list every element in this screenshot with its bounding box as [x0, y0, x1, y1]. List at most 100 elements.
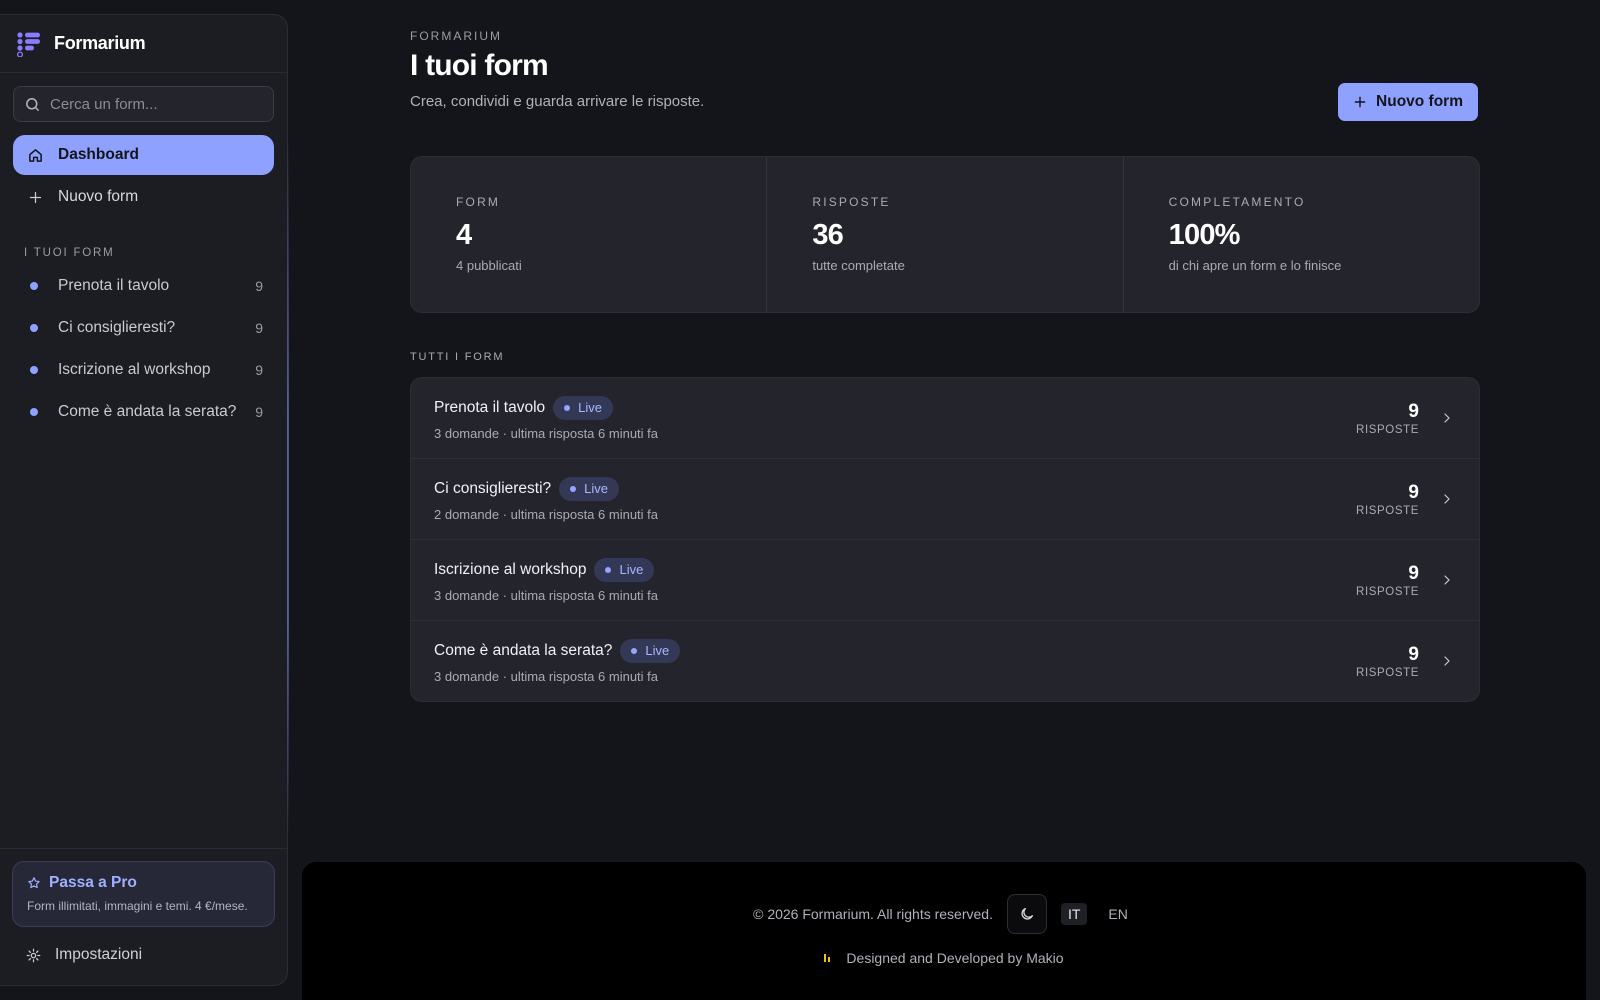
language-en[interactable]: EN [1101, 903, 1134, 925]
status-badge-label: Live [645, 643, 670, 658]
stat-label: COMPLETAMENTO [1168, 195, 1306, 209]
response-count-label: RISPOSTE [1356, 504, 1419, 517]
pro-title: Passa a Pro [27, 874, 260, 892]
status-badge: Live [620, 638, 681, 663]
chevron-right-icon [1444, 575, 1450, 585]
page-title: I tuoi form [410, 49, 549, 82]
page-subtitle: Crea, condividi e guarda arrivare le ris… [410, 93, 705, 110]
form-row[interactable]: Prenota il tavolo Live 3 domande · ultim… [411, 378, 1479, 459]
footer-credit-row: Designed and Developed by Makio [302, 950, 1586, 966]
theme-toggle-button[interactable] [1006, 894, 1047, 934]
response-count: 9 [1408, 400, 1419, 422]
response-count-label: RISPOSTE [1356, 666, 1419, 679]
star-icon [28, 877, 40, 889]
list-label: TUTTI I FORM [410, 351, 505, 363]
status-dot [30, 366, 38, 374]
response-count: 9 [1408, 562, 1419, 584]
stat-value: 36 [812, 219, 843, 251]
page-eyebrow: FORMARIUM [410, 29, 502, 43]
status-badge-label: Live [619, 562, 644, 577]
new-form-button[interactable]: Nuovo form [1338, 83, 1478, 121]
stat-completion: COMPLETAMENTO 100% di chi apre un form e… [1124, 157, 1479, 312]
search-input[interactable] [50, 95, 263, 113]
settings-icon [26, 948, 41, 962]
status-badge-label: Live [584, 481, 609, 496]
sidebar-form-item[interactable]: Ci consiglieresti? 9 [0, 307, 287, 349]
section-label: I TUOI FORM [24, 247, 115, 259]
sidebar-form-name: Come è andata la serata? [58, 403, 237, 420]
stat-sub: tutte completate [812, 258, 905, 273]
form-row[interactable]: Come è andata la serata? Live 3 domande … [411, 621, 1479, 701]
stat-responses: RISPOSTE 36 tutte completate [767, 157, 1124, 312]
form-list: Prenota il tavolo Live 3 domande · ultim… [410, 377, 1480, 702]
sidebar-form-count: 9 [255, 362, 263, 378]
stat-value: 100% [1168, 219, 1241, 251]
makio-logo-icon [824, 954, 831, 962]
upgrade-pro-card[interactable]: Passa a Pro Form illimitati, immagini e … [12, 861, 275, 927]
stat-value: 4 [456, 219, 472, 251]
chevron-right-icon [1444, 413, 1450, 423]
form-row[interactable]: Ci consiglieresti? Live 2 domande · ulti… [411, 459, 1479, 540]
sidebar-form-count: 9 [255, 278, 263, 294]
status-dot [30, 408, 38, 416]
form-row-meta: 3 domande · ultima risposta 6 minuti fa [434, 425, 658, 441]
sidebar-form-item[interactable]: Iscrizione al workshop 9 [0, 349, 287, 391]
pro-description: Form illimitati, immagini e temi. 4 €/me… [27, 899, 248, 913]
main-nav: Dashboard Nuovo form [0, 122, 287, 219]
plus-icon [29, 191, 42, 203]
response-count: 9 [1408, 481, 1419, 503]
live-dot [605, 566, 612, 573]
status-badge: Live [594, 557, 655, 582]
stat-label: RISPOSTE [812, 195, 891, 209]
stats-panel: FORM 4 4 pubblicati RISPOSTE 36 tutte co… [410, 156, 1480, 313]
status-dot [30, 282, 38, 290]
footer-top-row: © 2026 Formarium. All rights reserved. I… [302, 894, 1586, 934]
stat-label: FORM [456, 195, 501, 209]
status-badge: Live [553, 395, 614, 420]
form-row-info: Come è andata la serata? Live 3 domande … [434, 638, 1356, 684]
form-row-title-line: Prenota il tavolo Live [434, 395, 1356, 420]
search-icon [26, 97, 39, 111]
response-count-label: RISPOSTE [1356, 423, 1419, 436]
moon-icon [1021, 908, 1033, 920]
form-row-title-line: Ci consiglieresti? Live [434, 476, 1356, 501]
formarium-logo-icon [16, 31, 40, 57]
brand[interactable]: Formarium [0, 15, 287, 73]
form-row-title: Ci consiglieresti? [434, 479, 552, 497]
settings-label: Impostazioni [55, 946, 143, 963]
settings-link[interactable]: Impostazioni [12, 935, 275, 975]
pro-title-label: Passa a Pro [49, 874, 137, 891]
sidebar-form-count: 9 [255, 320, 263, 336]
plus-icon [1354, 96, 1366, 108]
sidebar: Formarium Dashboard Nuovo form I TUOI FO… [0, 14, 289, 986]
language-it[interactable]: IT [1060, 903, 1088, 925]
live-dot [564, 404, 571, 411]
stat-forms: FORM 4 4 pubblicati [411, 157, 768, 312]
form-row-info: Iscrizione al workshop Live 3 domande · … [434, 557, 1356, 603]
form-row-title-line: Come è andata la serata? Live [434, 638, 1356, 663]
brand-name: Formarium [54, 33, 146, 53]
sidebar-form-item[interactable]: Come è andata la serata? 9 [0, 391, 287, 433]
form-row-meta: 2 domande · ultima risposta 6 minuti fa [434, 506, 658, 522]
form-row-stat: 9 RISPOSTE [1356, 563, 1419, 598]
form-row-stat: 9 RISPOSTE [1356, 482, 1419, 517]
form-row[interactable]: Iscrizione al workshop Live 3 domande · … [411, 540, 1479, 621]
form-row-title: Come è andata la serata? [434, 641, 613, 659]
sidebar-form-name: Iscrizione al workshop [58, 361, 211, 378]
search-box[interactable] [13, 86, 274, 122]
chevron-right-icon [1444, 494, 1450, 504]
status-dot [30, 324, 38, 332]
sidebar-form-count: 9 [255, 404, 263, 420]
sidebar-form-item[interactable]: Prenota il tavolo 9 [0, 265, 287, 307]
form-row-meta: 3 domande · ultima risposta 6 minuti fa [434, 668, 658, 684]
response-count: 9 [1408, 643, 1419, 665]
live-dot [570, 485, 577, 492]
form-row-meta: 3 domande · ultima risposta 6 minuti fa [434, 587, 658, 603]
form-row-info: Ci consiglieresti? Live 2 domande · ulti… [434, 476, 1356, 522]
chevron-right-icon [1444, 656, 1450, 666]
stat-sub: di chi apre un form e lo finisce [1168, 258, 1342, 273]
nav-item-new-form[interactable]: Nuovo form [13, 177, 274, 217]
nav-item-dashboard[interactable]: Dashboard [13, 135, 274, 175]
form-row-stat: 9 RISPOSTE [1356, 401, 1419, 436]
credit-text[interactable]: Designed and Developed by Makio [846, 950, 1063, 966]
